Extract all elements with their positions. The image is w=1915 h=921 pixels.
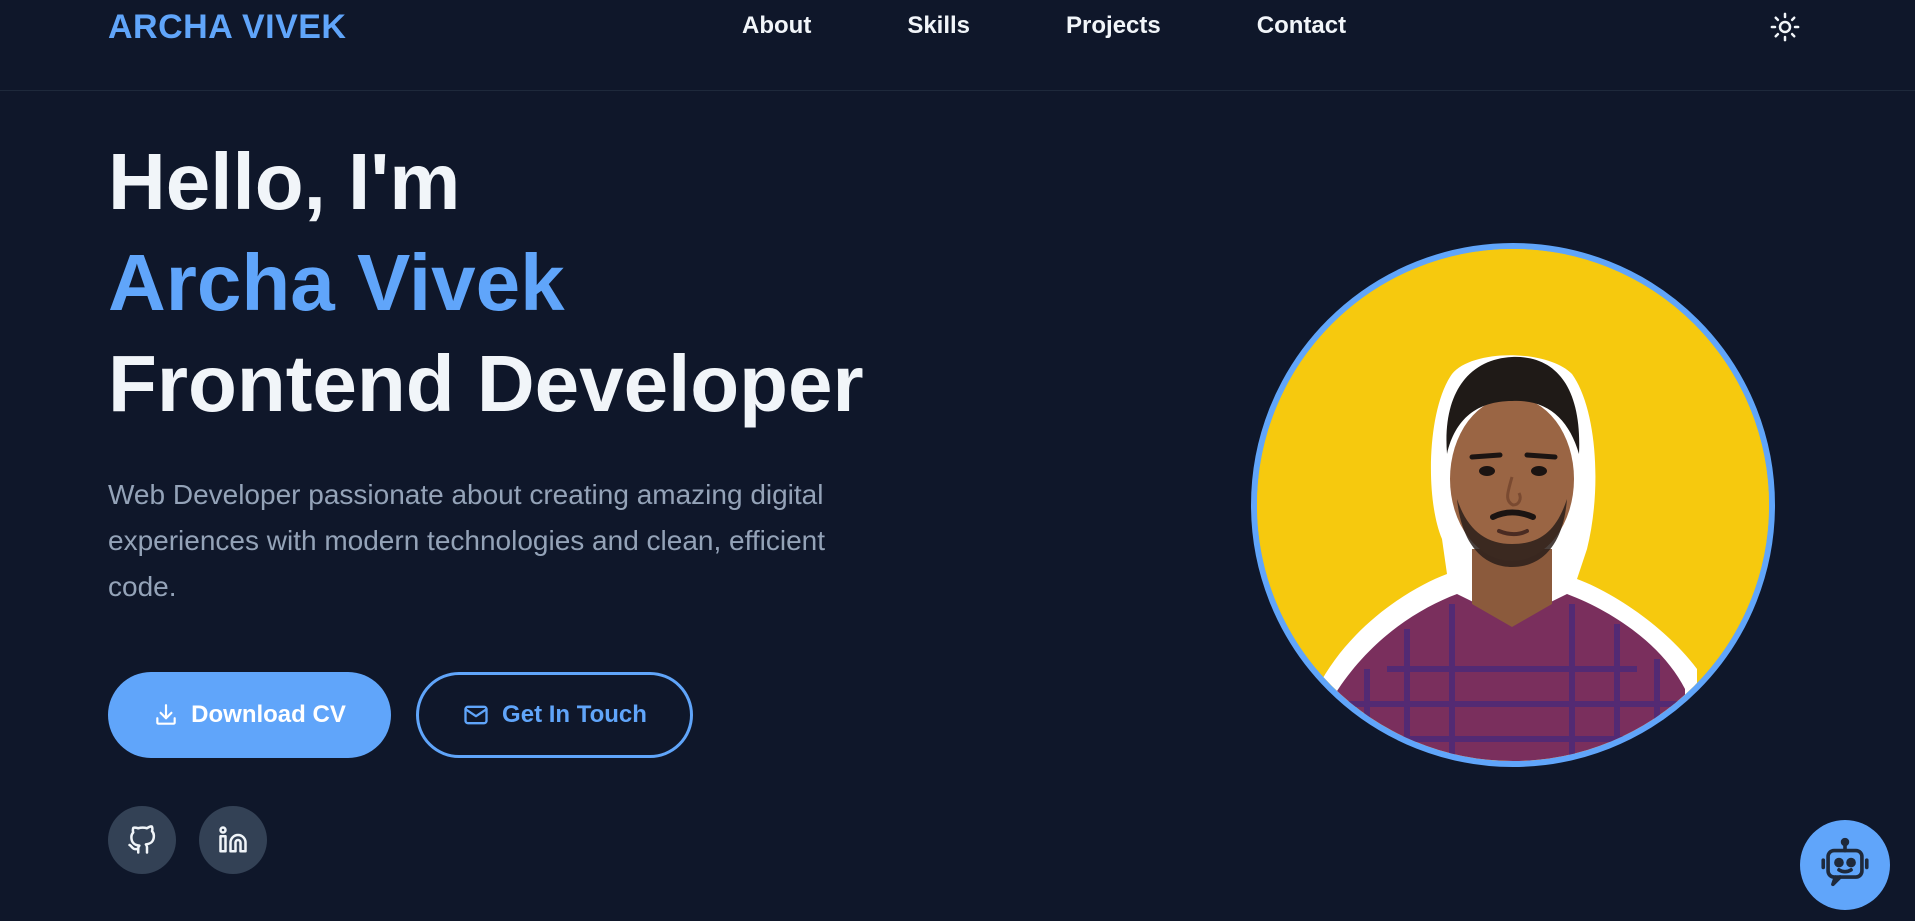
profile-illustration (1257, 249, 1769, 761)
download-cv-label: Download CV (191, 701, 346, 728)
github-icon (128, 825, 156, 854)
get-in-touch-label: Get In Touch (502, 701, 647, 728)
nav-link-about[interactable]: About (742, 12, 811, 40)
nav-link-skills[interactable]: Skills (907, 12, 970, 40)
hero-role: Frontend Developer (108, 339, 864, 428)
linkedin-link[interactable] (199, 806, 267, 874)
profile-photo (1251, 243, 1775, 767)
mail-icon (464, 705, 488, 725)
download-cv-button[interactable]: Download CV (108, 672, 391, 758)
hero-title: Hello, I'm Archa Vivek Frontend Develope… (108, 142, 864, 445)
chatbot-button[interactable] (1800, 820, 1890, 910)
get-in-touch-button[interactable]: Get In Touch (416, 672, 693, 758)
sun-icon (1770, 12, 1800, 42)
download-icon (156, 704, 176, 725)
github-link[interactable] (108, 806, 176, 874)
nav-links: About Skills Projects Contact (742, 12, 1442, 40)
nav-link-contact[interactable]: Contact (1257, 12, 1346, 40)
brand-logo[interactable]: ARCHA VIVEK (108, 8, 347, 47)
navbar: ARCHA VIVEK About Skills Projects Contac… (0, 0, 1915, 91)
robot-icon (1821, 837, 1869, 887)
theme-toggle-button[interactable] (1768, 10, 1802, 44)
nav-link-projects[interactable]: Projects (1066, 12, 1161, 40)
hero-description: Web Developer passionate about creating … (108, 479, 826, 602)
hero-name: Archa Vivek (108, 238, 565, 327)
linkedin-icon (219, 826, 247, 853)
hero-greeting: Hello, I'm (108, 137, 461, 226)
